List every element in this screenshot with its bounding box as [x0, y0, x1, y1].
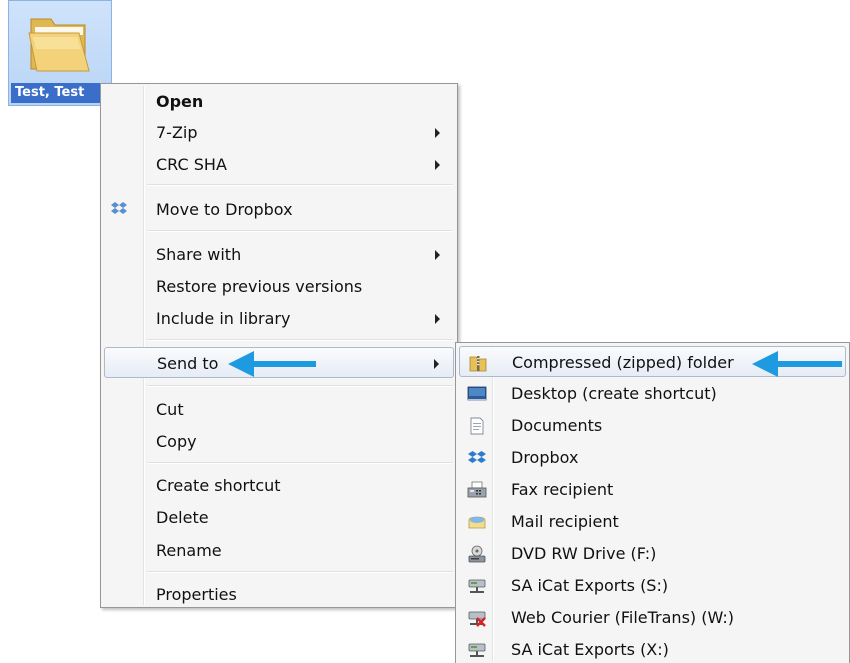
submenu-item-label: Fax recipient	[511, 480, 614, 499]
send-to-sa-icat-exports-s[interactable]: SA iCat Exports (S:)	[459, 570, 846, 601]
desktop-icon	[467, 386, 487, 401]
menu-item-crc-sha[interactable]: CRC SHA	[104, 149, 454, 180]
send-to-web-courier[interactable]: Web Courier (FileTrans) (W:)	[459, 602, 846, 633]
menu-item-label: Create shortcut	[156, 476, 281, 495]
menu-item-rename[interactable]: Rename	[104, 535, 454, 566]
dropbox-icon	[468, 451, 486, 463]
desktop-folder[interactable]: Test, Test	[8, 0, 112, 106]
menu-item-cut[interactable]: Cut	[104, 394, 454, 425]
menu-separator	[147, 571, 453, 573]
documents-icon	[470, 417, 484, 435]
menu-item-restore-previous-versions[interactable]: Restore previous versions	[104, 271, 454, 302]
submenu-item-label: Web Courier (FileTrans) (W:)	[511, 608, 734, 627]
submenu-item-label: SA iCat Exports (S:)	[511, 576, 669, 595]
menu-item-copy[interactable]: Copy	[104, 426, 454, 457]
annotation-arrow-send-to-icon	[228, 351, 316, 377]
menu-item-label: Copy	[156, 432, 197, 451]
menu-separator	[147, 462, 453, 464]
menu-item-create-shortcut[interactable]: Create shortcut	[104, 470, 454, 501]
menu-separator	[147, 339, 453, 341]
submenu-item-label: Mail recipient	[511, 512, 619, 531]
menu-item-label: Rename	[156, 541, 222, 560]
submenu-item-label: Documents	[511, 416, 603, 435]
menu-item-open[interactable]: Open	[104, 86, 454, 117]
send-to-fax-recipient[interactable]: Fax recipient	[459, 474, 846, 505]
menu-item-include-in-library[interactable]: Include in library	[104, 303, 454, 334]
menu-item-label: Share with	[156, 245, 242, 264]
send-to-dvd-rw-drive[interactable]: DVD RW Drive (F:)	[459, 538, 846, 569]
menu-item-7zip[interactable]: 7-Zip	[104, 117, 454, 148]
zip-folder-icon	[469, 356, 487, 372]
send-to-dropbox[interactable]: Dropbox	[459, 442, 846, 473]
annotation-arrow-zip-icon	[752, 351, 842, 377]
menu-item-label: Include in library	[156, 309, 291, 328]
submenu-arrow-icon	[435, 160, 440, 170]
submenu-arrow-icon	[434, 359, 439, 369]
menu-item-move-to-dropbox[interactable]: Move to Dropbox	[104, 194, 454, 225]
submenu-arrow-icon	[435, 128, 440, 138]
menu-item-label: Send to	[157, 354, 219, 373]
send-to-submenu: Compressed (zipped) folder Desktop (crea…	[455, 342, 850, 663]
menu-item-share-with[interactable]: Share with	[104, 239, 454, 270]
menu-separator	[147, 230, 453, 232]
menu-separator	[147, 385, 453, 387]
menu-item-properties[interactable]: Properties	[104, 579, 454, 610]
context-menu: Open 7-Zip CRC SHA Move to Dropbox Share…	[100, 83, 458, 608]
menu-item-label: CRC SHA	[156, 155, 227, 174]
submenu-item-label: SA iCat Exports (X:)	[511, 640, 669, 659]
menu-item-label: Restore previous versions	[156, 277, 363, 296]
mail-icon	[468, 516, 486, 529]
menu-separator	[147, 184, 453, 186]
dvd-drive-icon	[468, 545, 486, 563]
send-to-mail-recipient[interactable]: Mail recipient	[459, 506, 846, 537]
submenu-item-label: Dropbox	[511, 448, 579, 467]
folder-icon	[28, 18, 90, 72]
fax-icon	[467, 481, 487, 498]
send-to-documents[interactable]: Documents	[459, 410, 846, 441]
submenu-item-label: Desktop (create shortcut)	[511, 384, 717, 403]
disconnected-drive-icon	[468, 611, 486, 627]
network-drive-icon	[468, 579, 486, 593]
submenu-arrow-icon	[435, 250, 440, 260]
menu-item-label: Cut	[156, 400, 184, 419]
submenu-item-label: Compressed (zipped) folder	[512, 353, 734, 372]
network-drive-icon	[468, 643, 486, 657]
submenu-item-label: DVD RW Drive (F:)	[511, 544, 657, 563]
menu-item-label: 7-Zip	[156, 123, 198, 142]
menu-item-label: Open	[156, 92, 204, 111]
menu-item-label: Properties	[156, 585, 237, 604]
menu-item-label: Move to Dropbox	[156, 200, 293, 219]
dropbox-icon	[111, 202, 127, 214]
send-to-desktop[interactable]: Desktop (create shortcut)	[459, 378, 846, 409]
folder-label: Test, Test	[11, 83, 109, 103]
menu-item-label: Delete	[156, 508, 209, 527]
menu-item-delete[interactable]: Delete	[104, 502, 454, 533]
submenu-arrow-icon	[435, 314, 440, 324]
send-to-sa-icat-exports-x[interactable]: SA iCat Exports (X:)	[459, 634, 846, 663]
